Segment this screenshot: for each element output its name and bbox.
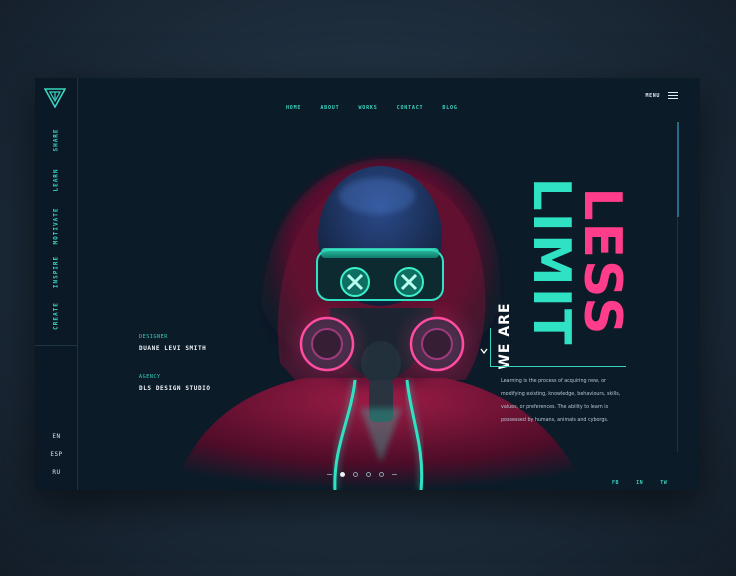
sidebar-item-create[interactable]: CREATE <box>53 302 60 330</box>
pager-dot-4[interactable] <box>379 472 384 477</box>
sidebar-item-motivate[interactable]: MOTIVATE <box>53 208 60 245</box>
slide-pagination <box>323 472 401 477</box>
language-ru[interactable]: RU <box>35 469 78 476</box>
language-en[interactable]: EN <box>35 433 78 440</box>
pager-dot-1[interactable] <box>340 472 345 477</box>
designer-name: DUANE LEVI SMITH <box>139 345 207 352</box>
language-esp[interactable]: ESP <box>35 451 78 458</box>
sidebar-item-inspire[interactable]: INSPIRE <box>53 256 60 288</box>
sidebar-item-share[interactable]: SHARE <box>53 128 60 151</box>
hero-description: Learning is the process of acquiring new… <box>501 379 621 423</box>
scroll-track <box>677 217 678 452</box>
nav-link-contact[interactable]: CONTACT <box>397 105 424 111</box>
hamburger-icon <box>668 92 678 99</box>
chevron-down-icon <box>480 348 488 354</box>
pager-dot-3[interactable] <box>366 472 371 477</box>
nav-link-home[interactable]: HOME <box>286 105 301 111</box>
nav-link-works[interactable]: WORKS <box>359 105 378 111</box>
designer-info: DESIGNER DUANE LEVI SMITH <box>139 334 206 352</box>
hero-title-word-2: LESS <box>572 187 632 337</box>
agency-name: DLS DESIGN STUDIO <box>139 385 211 392</box>
sidebar-divider <box>35 345 78 346</box>
social-links: FB IN TW YT <box>612 469 700 490</box>
agency-label: AGENCY <box>139 374 161 380</box>
menu-label: MENU <box>645 92 660 99</box>
logo-icon[interactable] <box>44 88 66 108</box>
hero-eyebrow: WE ARE <box>497 302 513 370</box>
social-link-instagram[interactable]: IN <box>636 480 643 486</box>
sidebar-item-learn[interactable]: LEARN <box>53 168 60 191</box>
sidebar: SHARE LEARN MOTIVATE INSPIRE CREATE EN E… <box>35 78 78 490</box>
agency-info: AGENCY DLS DESIGN STUDIO <box>139 374 211 392</box>
hero-title-word-1: LIMIT <box>521 177 581 347</box>
nav-link-blog[interactable]: BLOG <box>442 105 457 111</box>
vertical-nav: SHARE LEARN MOTIVATE INSPIRE CREATE <box>35 122 78 344</box>
pager-dot-2[interactable] <box>353 472 358 477</box>
top-nav: HOME ABOUT WORKS CONTACT BLOG <box>286 94 472 113</box>
landing-frame: SHARE LEARN MOTIVATE INSPIRE CREATE EN E… <box>35 78 700 490</box>
scroll-indicator[interactable] <box>677 122 679 217</box>
designer-label: DESIGNER <box>139 334 168 340</box>
pager-dash-right <box>392 474 397 475</box>
accent-underline <box>490 366 626 367</box>
social-link-twitter[interactable]: TW <box>660 480 667 486</box>
accent-vertical-line <box>490 328 491 366</box>
social-link-facebook[interactable]: FB <box>612 480 619 486</box>
language-switcher: EN ESP RU <box>35 433 78 487</box>
menu-button[interactable]: MENU <box>646 92 678 99</box>
pager-dash-left <box>327 474 332 475</box>
nav-link-about[interactable]: ABOUT <box>320 105 339 111</box>
